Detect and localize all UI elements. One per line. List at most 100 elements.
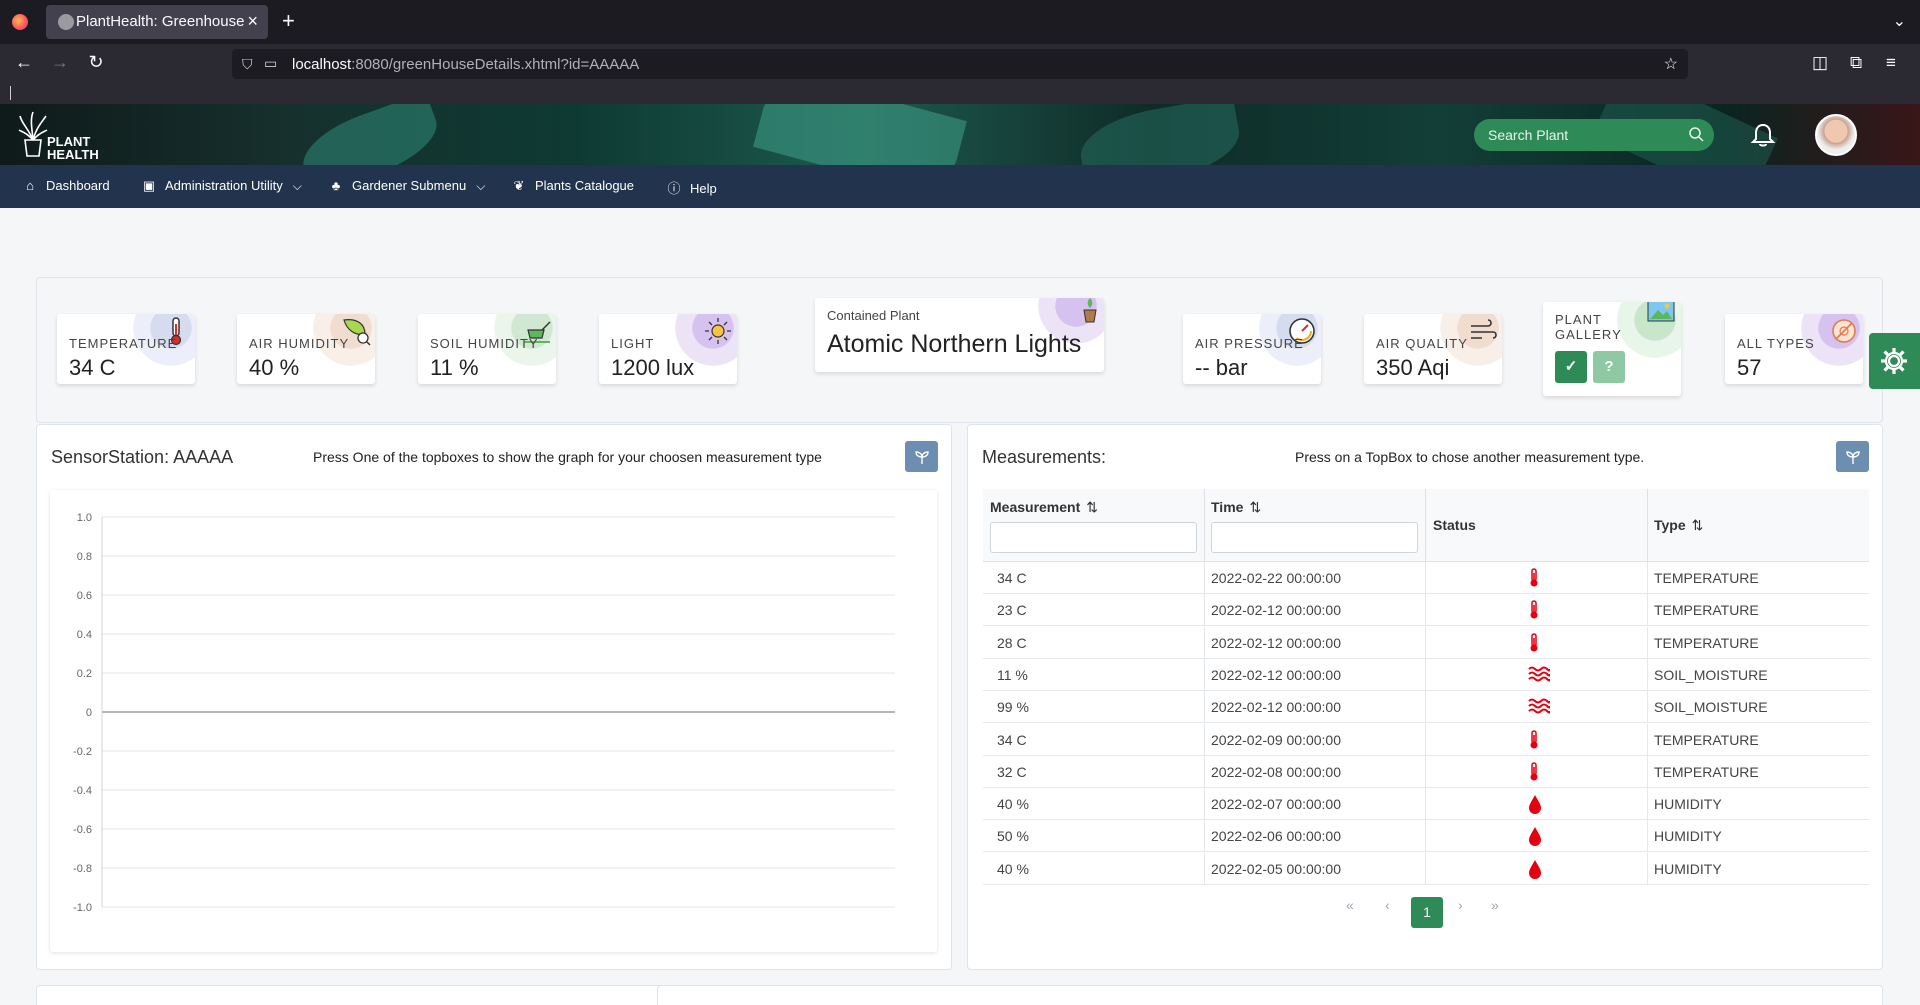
measurement-cell: 11 % — [997, 666, 1028, 683]
topbox-air-humidity[interactable]: AIR HUMIDITY 40 % — [237, 314, 375, 384]
menu-item-administration-utility[interactable]: ▣ Administration Utility ⌵ — [141, 178, 302, 194]
water-waves-icon — [1528, 697, 1551, 718]
cell-divider — [1204, 658, 1205, 691]
topbox-temperature[interactable]: TEMPERATURE 34 C — [57, 314, 195, 384]
menu-hamburger-icon[interactable]: ≡ — [1886, 53, 1896, 73]
y-tick-label: -0.6 — [73, 824, 92, 836]
column-header-time[interactable]: Time ⇅ — [1211, 499, 1261, 516]
notification-bell-icon[interactable] — [1750, 122, 1776, 148]
forward-icon[interactable]: → — [48, 52, 72, 73]
measurement-filter-input[interactable] — [990, 522, 1197, 553]
cell-divider — [1204, 626, 1205, 659]
user-avatar[interactable] — [1815, 114, 1857, 156]
browser-tab[interactable]: PlantHealth: Greenhouse × — [46, 5, 268, 39]
new-tab-icon[interactable]: + — [282, 8, 295, 34]
help-circle-icon: ⓘ — [667, 181, 681, 196]
cell-divider — [1647, 691, 1648, 724]
sensor-filter-button[interactable] — [905, 441, 938, 472]
gear-icon — [1881, 348, 1907, 374]
cell-divider — [1204, 820, 1205, 853]
measurement-cell: 40 % — [997, 860, 1029, 877]
menu-item-label: Help — [690, 181, 717, 196]
table-row[interactable]: 40 % 2022-02-07 00:00:00 HUMIDITY — [983, 788, 1869, 821]
first-page-button[interactable]: « — [1346, 897, 1354, 913]
sort-icon[interactable]: ⇅ — [1086, 499, 1098, 515]
column-divider — [1425, 489, 1426, 562]
measurements-filter-button[interactable] — [1836, 441, 1869, 472]
gallery-help-button[interactable]: ? — [1593, 351, 1625, 383]
back-icon[interactable]: ← — [12, 52, 36, 73]
plant-health-logo[interactable]: PLANT HEALTH — [18, 108, 108, 162]
sun-icon — [705, 318, 731, 344]
y-tick-label: -0.4 — [73, 785, 92, 797]
menu-item-label: Administration Utility — [165, 178, 283, 193]
table-row[interactable]: 32 C 2022-02-08 00:00:00 TEMPERATURE — [983, 755, 1869, 788]
settings-gear-button[interactable] — [1869, 333, 1920, 389]
gallery-confirm-button[interactable]: ✓ — [1555, 351, 1587, 383]
reload-icon[interactable]: ↻ — [84, 52, 108, 73]
menu-item-dashboard[interactable]: ⌂ Dashboard — [22, 178, 110, 193]
table-row[interactable]: 28 C 2022-02-12 00:00:00 TEMPERATURE — [983, 626, 1869, 659]
topbox-label: AIR PRESSURE — [1195, 336, 1304, 351]
extensions-icon[interactable]: ⧉ — [1850, 53, 1862, 73]
cell-divider — [1647, 788, 1648, 821]
cell-divider — [1204, 723, 1205, 756]
time-cell: 2022-02-12 00:00:00 — [1211, 602, 1341, 619]
last-page-button[interactable]: » — [1491, 897, 1499, 913]
menu-item-help[interactable]: ⓘ Help — [666, 178, 717, 197]
table-row[interactable]: 50 % 2022-02-06 00:00:00 HUMIDITY — [983, 820, 1869, 853]
page-info-icon[interactable]: ▭ — [264, 55, 277, 72]
topbox-air-pressure[interactable]: AIR PRESSURE -- bar — [1183, 314, 1321, 384]
time-filter-input[interactable] — [1211, 522, 1418, 553]
topbox-label: TEMPERATURE — [69, 336, 178, 351]
main-menu-bar: ⌂ Dashboard ▣ Administration Utility ⌵ ♣ Gar… — [0, 165, 1920, 208]
table-row[interactable]: 34 C 2022-02-09 00:00:00 TEMPERATURE — [983, 723, 1869, 756]
table-row[interactable]: 11 % 2022-02-12 00:00:00 SOIL_MOISTURE — [983, 658, 1869, 691]
table-row[interactable]: 99 % 2022-02-12 00:00:00 SOIL_MOISTURE — [983, 691, 1869, 724]
table-row[interactable]: 34 C 2022-02-22 00:00:00 TEMPERATURE — [983, 562, 1869, 594]
search-plant-input[interactable]: Search Plant — [1474, 119, 1714, 151]
topbox-air-quality[interactable]: AIR QUALITY 350 Aqi — [1364, 314, 1502, 384]
url-bar[interactable]: ⛉ ▭ localhost:8080/greenHouseDetails.xht… — [232, 49, 1688, 79]
page-1-button[interactable]: 1 — [1411, 897, 1443, 928]
next-page-button[interactable]: › — [1458, 897, 1463, 913]
topbox-label: AIR HUMIDITY — [249, 336, 350, 351]
measurement-cell: 32 C — [997, 763, 1027, 780]
sort-icon[interactable]: ⇅ — [1692, 517, 1704, 533]
pocket-icon[interactable]: ◫ — [1812, 53, 1828, 73]
droplet-icon — [1528, 794, 1542, 817]
type-cell: SOIL_MOISTURE — [1654, 666, 1768, 683]
prev-page-button[interactable]: ‹ — [1385, 897, 1390, 913]
topbox-contained-plant[interactable]: Contained Plant Atomic Northern Lights — [815, 298, 1104, 372]
cell-divider — [1647, 626, 1648, 659]
text-cursor — [10, 86, 11, 100]
tab-close-icon[interactable]: × — [247, 11, 258, 32]
menu-item-plants-catalogue[interactable]: ❦ Plants Catalogue — [511, 178, 634, 194]
topbox-soil-humidity[interactable]: SOIL HUMIDITY 11 % — [418, 314, 556, 384]
search-icon[interactable] — [1688, 126, 1704, 142]
column-header-type[interactable]: Type ⇅ — [1654, 517, 1703, 534]
cell-divider — [1204, 691, 1205, 724]
column-label: Measurement — [990, 499, 1081, 515]
chevron-down-icon: ⌵ — [292, 179, 302, 193]
column-header-measurement[interactable]: Measurement ⇅ — [990, 499, 1098, 516]
menu-item-gardener-submenu[interactable]: ♣ Gardener Submenu ⌵ — [328, 178, 486, 194]
cell-divider — [1425, 852, 1426, 885]
sensor-station-note: Press One of the topboxes to show the gr… — [313, 449, 822, 465]
cell-divider — [1647, 852, 1648, 885]
topbox-all-types[interactable]: ALL TYPES 57 — [1725, 314, 1863, 384]
tab-list-chevron-icon[interactable]: ⌄ — [1893, 11, 1906, 31]
measurement-cell: 28 C — [997, 634, 1027, 651]
table-row[interactable]: 23 C 2022-02-12 00:00:00 TEMPERATURE — [983, 594, 1869, 627]
topbox-light[interactable]: LIGHT 1200 lux — [599, 314, 737, 384]
shield-icon[interactable]: ⛉ — [242, 56, 253, 73]
table-row[interactable]: 40 % 2022-02-05 00:00:00 HUMIDITY — [983, 852, 1869, 885]
sprout-icon — [915, 451, 929, 464]
sort-icon[interactable]: ⇅ — [1249, 499, 1261, 515]
measurement-cell: 50 % — [997, 828, 1029, 845]
search-placeholder: Search Plant — [1488, 127, 1569, 143]
bookmark-star-icon[interactable]: ☆ — [1664, 54, 1678, 74]
measurements-note: Press on a TopBox to chose another measu… — [1295, 449, 1645, 465]
url-text[interactable]: localhost:8080/greenHouseDetails.xhtml?i… — [292, 56, 639, 73]
type-cell: TEMPERATURE — [1654, 570, 1759, 586]
